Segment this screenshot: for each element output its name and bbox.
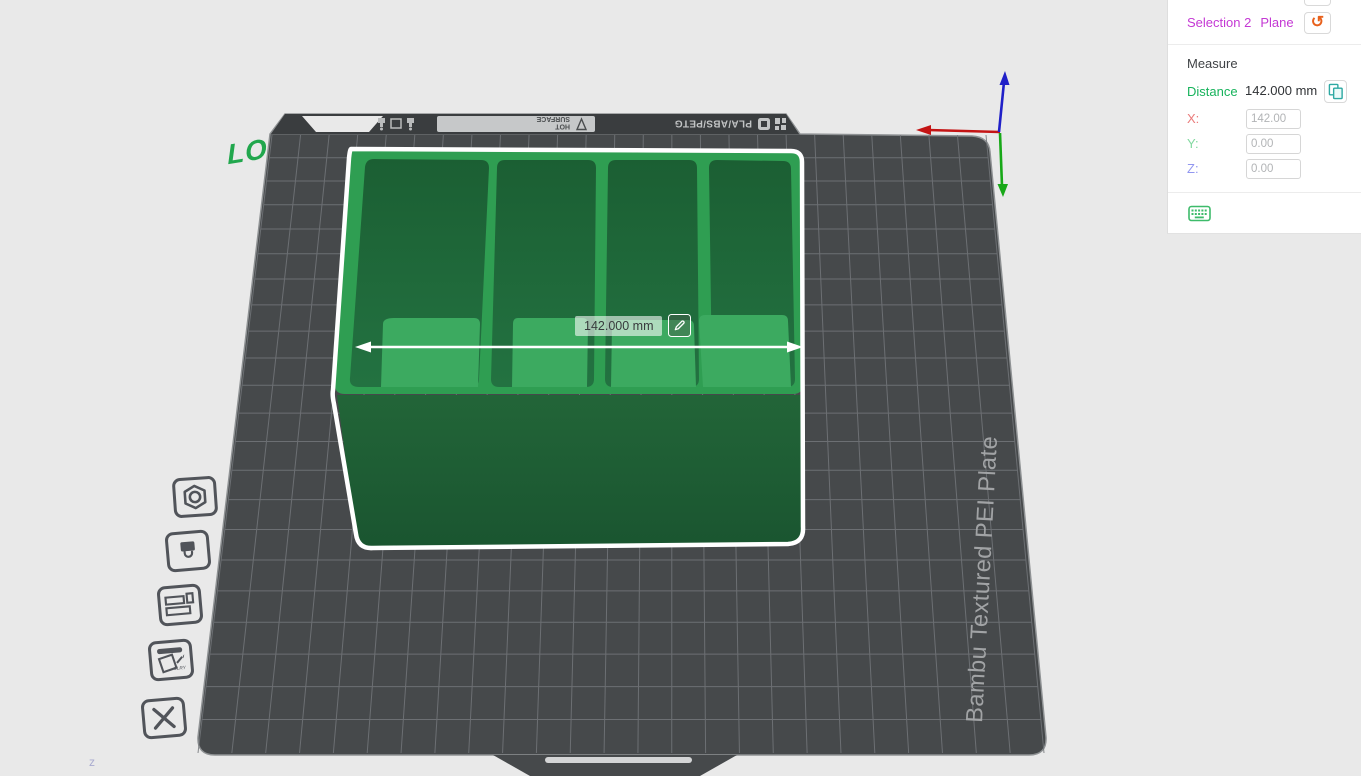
distance-value: 142.000 mm [1245,83,1317,98]
copy-icon [1328,83,1344,100]
x-axis-label: X: [1187,111,1199,126]
hot-surface-strip [437,116,595,132]
lock-icon [173,537,203,565]
close-x-icon [148,703,180,734]
y-distance-input[interactable] [1246,134,1301,154]
z-axis-arrow [1000,71,1010,85]
keyboard-input-toggle[interactable] [1188,205,1212,223]
material-marking: PLA/ABS/PETG [675,118,787,131]
plate-delete-button[interactable] [140,696,187,740]
rename-plate-icon: 6LRY [154,645,188,676]
measure-section-title: Measure [1187,56,1238,71]
plate-name-button[interactable]: 6LRY [147,638,194,682]
z-distance-input[interactable] [1246,159,1301,179]
pencil-tip [183,654,185,658]
viewport-3d[interactable]: HOT SURFACE PLA/ABS/PETG Bambu Textured … [0,0,1361,776]
measure-panel: Selection 2 Plane ↺ Measure Distance 142.… [1167,0,1361,234]
undo-selection-button[interactable]: ↺ [1304,12,1331,34]
selection-label: Selection 2 [1187,15,1251,30]
undo-icon: ↺ [1311,15,1324,31]
plate-front-tab [493,755,737,776]
measurement-value-label: 142.000 mm [575,316,662,336]
hex-nut-icon [179,482,211,512]
distance-label: Distance [1187,84,1238,99]
y-axis-label: Y: [1187,136,1199,151]
plate-tag-text: 6LRY [174,665,187,672]
model-object-3d[interactable] [333,149,803,548]
keyboard-icon [1188,205,1212,223]
measurement-tag: 142.000 mm [575,314,691,337]
x-axis-arrow [916,125,931,135]
divider [1168,44,1361,45]
plate-arrange-button[interactable] [156,583,203,627]
pencil-icon [673,319,686,332]
hot-text: HOT [555,123,571,130]
plate-handle-cutout [302,116,383,132]
y-axis-arrow [998,184,1009,197]
selection-mode: Plane [1260,15,1293,30]
arrange-list-icon [163,591,197,620]
divider [1168,192,1361,193]
selection-status: Selection 2 Plane [1187,15,1294,30]
copy-distance-button[interactable] [1324,80,1347,103]
panel-top-button[interactable] [1304,0,1331,6]
z-axis-hint: z [89,755,95,769]
material-text: PLA/ABS/PETG [675,118,753,129]
model-front-face [337,395,803,547]
plate-lock-button[interactable] [164,529,211,573]
edit-measurement-button[interactable] [668,314,691,337]
x-distance-input[interactable] [1246,109,1301,129]
z-axis-label: Z: [1187,161,1199,176]
plate-settings-button[interactable] [172,476,219,519]
surface-text: SURFACE [536,115,570,122]
plate-logo-text: LO [226,133,268,172]
